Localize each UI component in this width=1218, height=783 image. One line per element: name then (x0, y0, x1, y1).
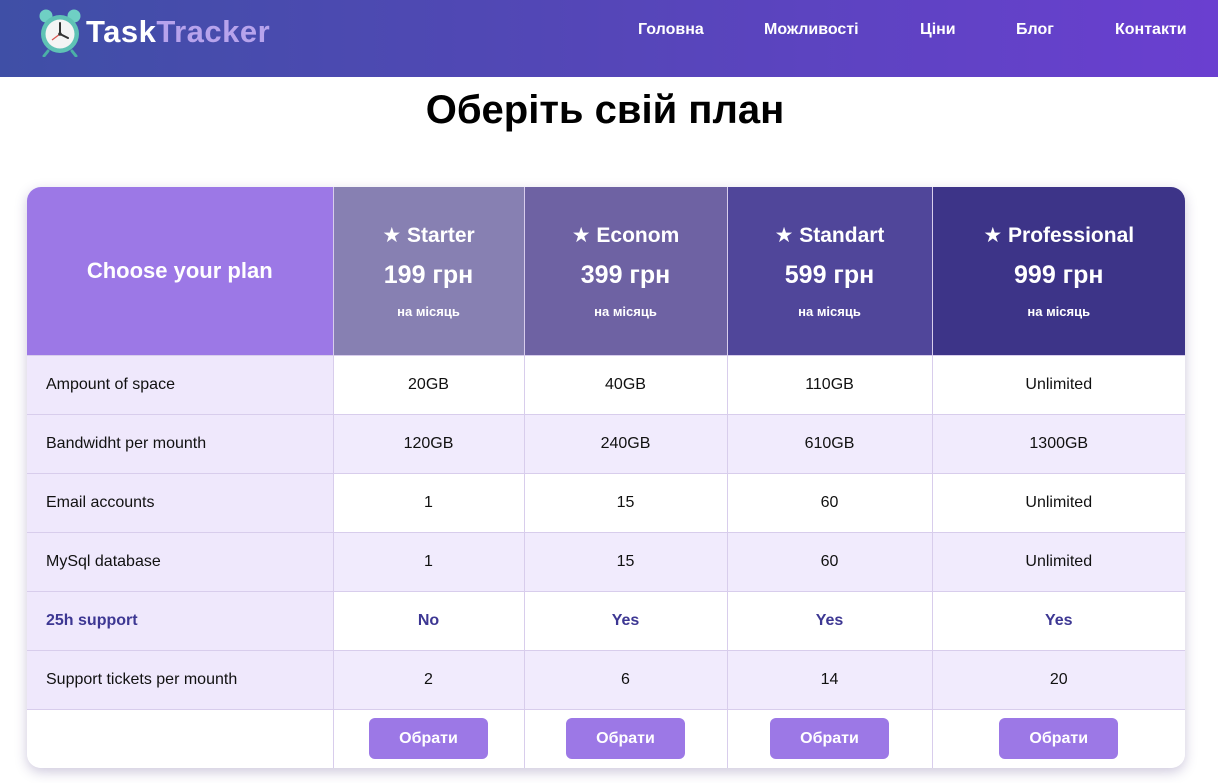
plan-name: ★ Professional (983, 223, 1135, 247)
plan-header-starter: ★ Starter 199 грн на місяць (332, 187, 525, 356)
plan-price: 999 грн (1014, 260, 1104, 289)
plan-name: ★ Standart (774, 223, 885, 247)
page-title: Оберіть свій план (425, 88, 785, 132)
table-cell: 60 (726, 472, 933, 533)
table-cell: 40GB (523, 354, 728, 415)
feature-label: MySql database (27, 531, 334, 592)
empty-cell (27, 708, 334, 768)
plan-period: на місяць (397, 303, 460, 319)
table-cell: Yes (726, 590, 933, 651)
table-cell: 6 (523, 649, 728, 710)
table-cell: Обрати (726, 708, 933, 768)
table-row: MySql database 1 15 60 Unlimited (27, 531, 1185, 592)
table-cell: 1300GB (931, 413, 1185, 474)
plan-price: 399 грн (580, 260, 671, 289)
nav-contacts[interactable]: Контакти (1115, 21, 1187, 39)
table-cell: Yes (931, 590, 1185, 651)
select-econom-button[interactable]: Обрати (566, 718, 685, 760)
site-header: TaskTracker Головна Можливості Ціни Блог… (0, 0, 1218, 77)
alarm-clock-icon (39, 9, 81, 57)
plan-header-standart: ★ Standart 599 грн на місяць (726, 187, 933, 356)
plan-header-professional: ★ Professional 999 грн на місяць (931, 187, 1185, 356)
table-row: Bandwidht per mounth 120GB 240GB 610GB 1… (27, 413, 1185, 474)
table-cell: 1 (332, 531, 525, 592)
table-cell: 120GB (332, 413, 525, 474)
select-starter-button[interactable]: Обрати (369, 718, 488, 760)
feature-label: Bandwidht per mounth (27, 413, 334, 474)
plan-period: на місяць (798, 303, 861, 319)
table-cell: Yes (523, 590, 728, 651)
feature-label: Support tickets per mounth (27, 649, 334, 710)
table-cell: No (332, 590, 525, 651)
table-cell: 60 (726, 531, 933, 592)
choose-plan-label: Choose your plan (27, 187, 334, 356)
nav-prices[interactable]: Ціни (920, 21, 956, 39)
table-cell: 14 (726, 649, 933, 710)
table-cell: Обрати (523, 708, 728, 768)
logo[interactable]: TaskTracker (38, 6, 270, 58)
table-cell: 15 (523, 472, 728, 533)
table-cell: 2 (332, 649, 525, 710)
feature-label: 25h support (27, 590, 334, 651)
pricing-table: Choose your plan ★ Starter 199 грн на мі… (27, 187, 1185, 768)
table-row: Support tickets per mounth 2 6 14 20 (27, 649, 1185, 710)
table-cell: Unlimited (931, 354, 1185, 415)
plan-price: 599 грн (784, 260, 875, 289)
table-cell: 1 (332, 472, 525, 533)
select-professional-button[interactable]: Обрати (999, 718, 1119, 760)
plan-name: ★ Starter (382, 223, 475, 247)
table-cell: Unlimited (931, 531, 1185, 592)
nav-features[interactable]: Можливості (764, 21, 859, 39)
brand-name: TaskTracker (86, 14, 270, 50)
nav-blog[interactable]: Блог (1016, 21, 1054, 39)
brand-name-part1: Task (86, 14, 157, 49)
select-button-row: Обрати Обрати Обрати Обрати (27, 708, 1185, 768)
table-cell: 20GB (332, 354, 525, 415)
table-row-support: 25h support No Yes Yes Yes (27, 590, 1185, 651)
feature-label: Ampount of space (27, 354, 334, 415)
select-standart-button[interactable]: Обрати (770, 718, 889, 760)
plan-price: 199 грн (383, 260, 474, 289)
plan-name: ★ Econom (571, 223, 680, 247)
table-cell: 15 (523, 531, 728, 592)
table-cell: 20 (931, 649, 1185, 710)
nav-home[interactable]: Головна (638, 21, 704, 39)
table-cell: 240GB (523, 413, 728, 474)
plan-period: на місяць (594, 303, 657, 319)
feature-label: Email accounts (27, 472, 334, 533)
table-row: Email accounts 1 15 60 Unlimited (27, 472, 1185, 533)
table-cell: Обрати (931, 708, 1185, 768)
brand-name-part2: Tracker (156, 14, 271, 49)
table-row: Ampount of space 20GB 40GB 110GB Unlimit… (27, 354, 1185, 415)
table-cell: 110GB (726, 354, 933, 415)
plan-header-econom: ★ Econom 399 грн на місяць (523, 187, 728, 356)
table-cell: Обрати (332, 708, 525, 768)
plan-period: на місяць (1027, 303, 1091, 319)
table-cell: Unlimited (931, 472, 1185, 533)
pricing-header-row: Choose your plan ★ Starter 199 грн на мі… (27, 187, 1185, 356)
table-cell: 610GB (726, 413, 933, 474)
